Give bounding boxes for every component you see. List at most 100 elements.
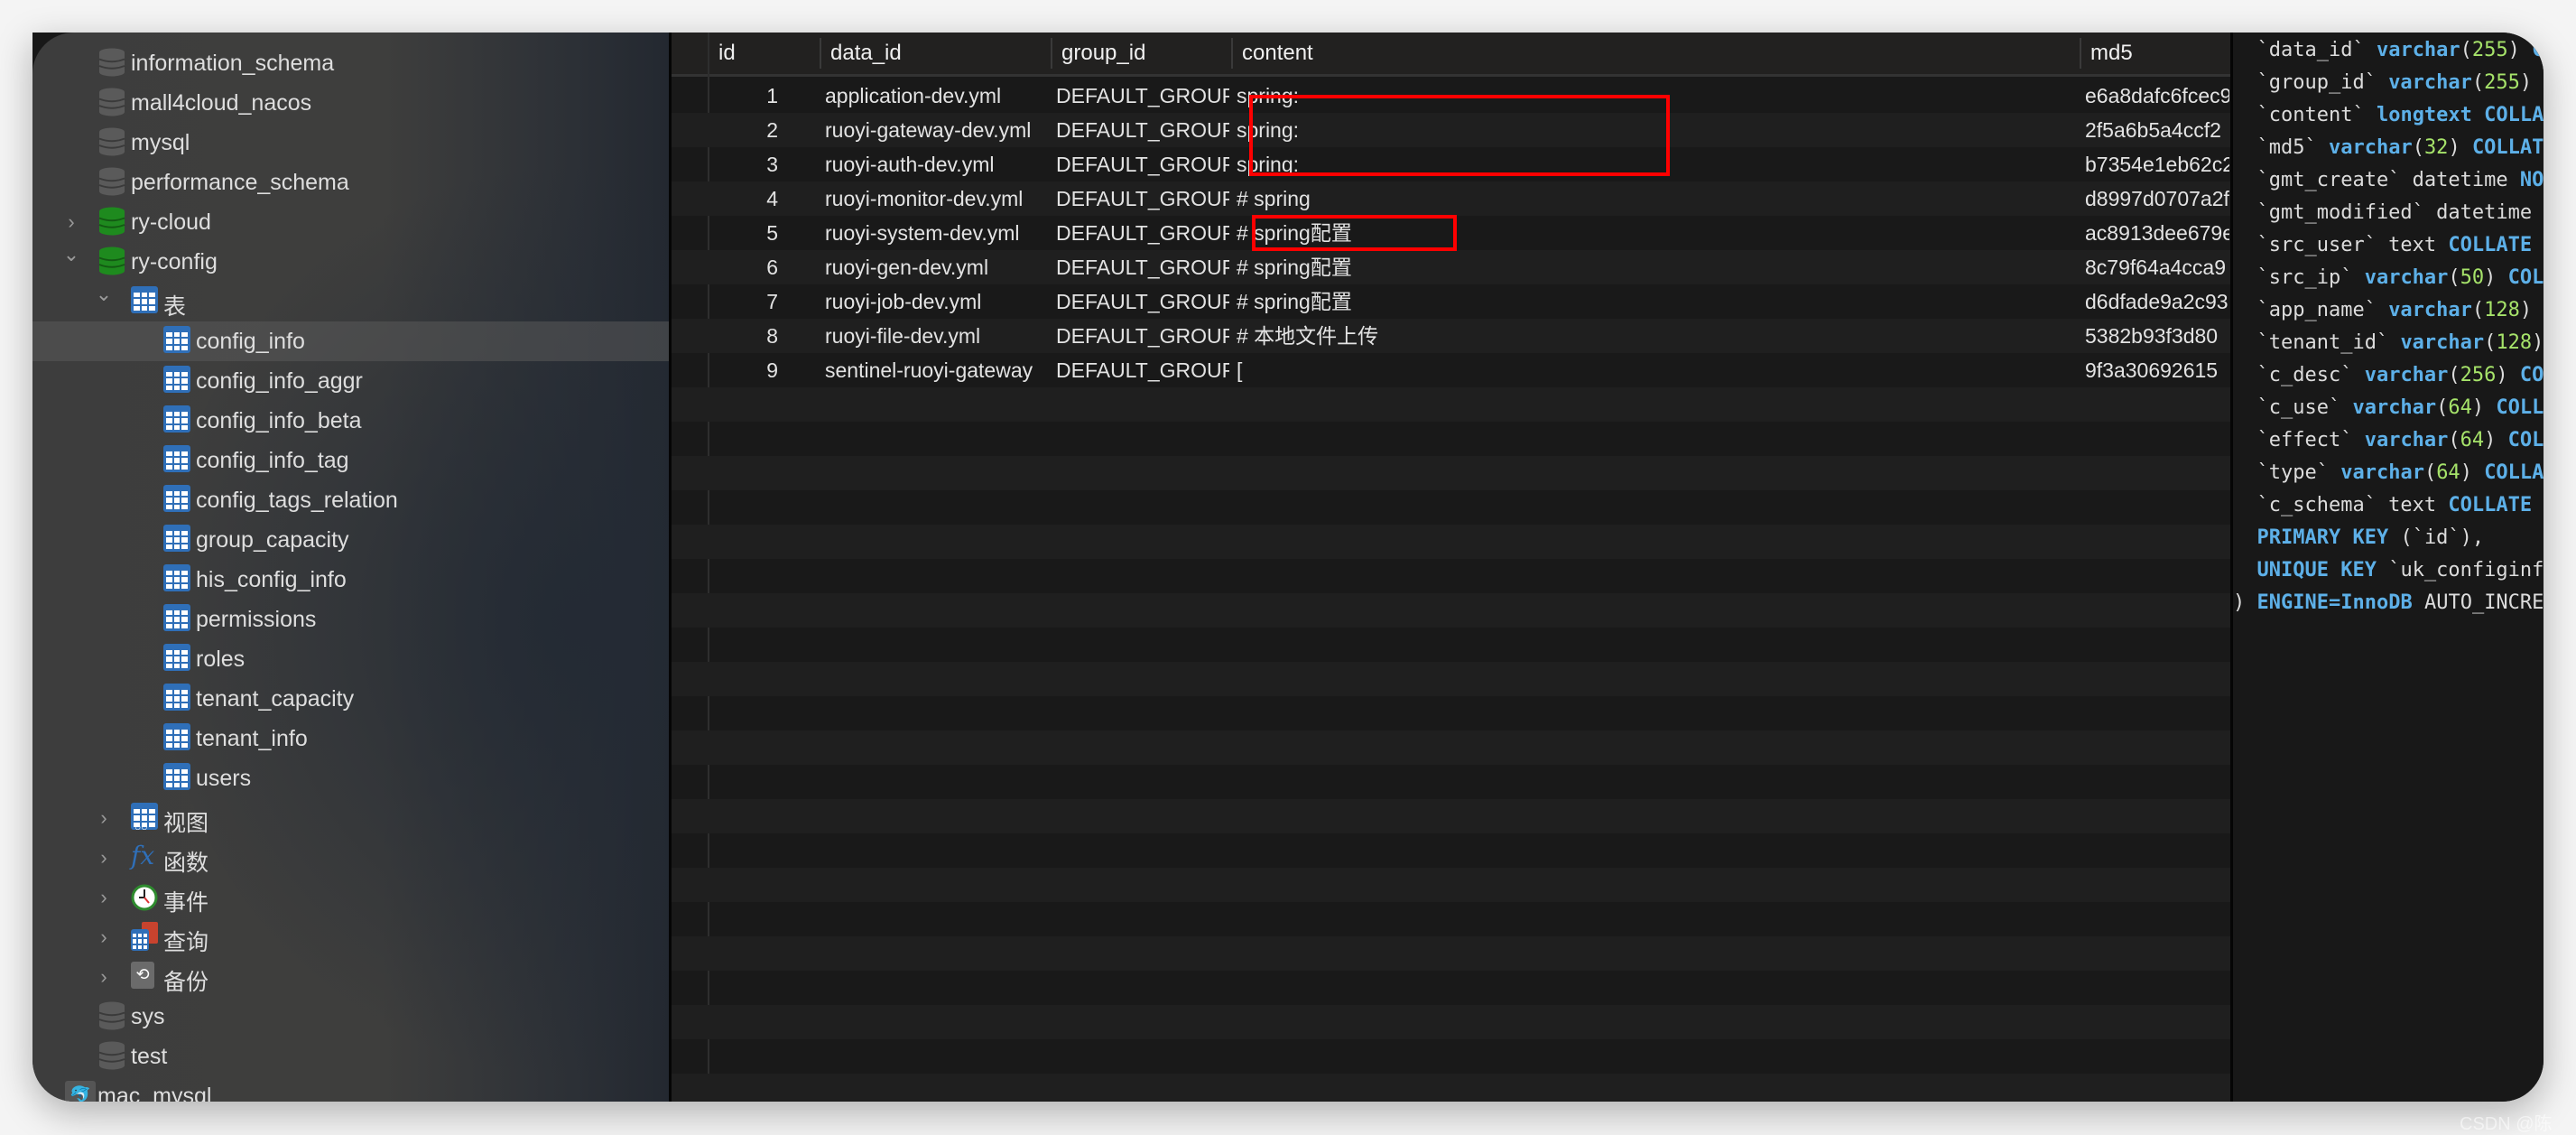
chevron-right-icon[interactable]: ›	[60, 210, 82, 233]
tree-item-table[interactable]: config_info	[32, 321, 669, 361]
cell-content[interactable]: # 本地文件上传	[1237, 319, 2067, 353]
cell-md5[interactable]: 8c79f64a4cca9	[2085, 250, 2229, 284]
cell-data-id[interactable]: ruoyi-monitor-dev.yml	[825, 181, 1047, 216]
cell-data-id[interactable]: sentinel-ruoyi-gateway	[825, 353, 1047, 387]
cell-md5[interactable]: e6a8dafc6fcec9	[2085, 79, 2229, 113]
tree-item-table[interactable]: tenant_info	[32, 719, 669, 758]
tree-item-label: tenant_info	[196, 726, 308, 751]
sql-text: (	[2471, 299, 2485, 321]
column-header-group-id[interactable]: group_id	[1052, 33, 1231, 74]
tree-item-table[interactable]: roles	[32, 639, 669, 679]
cell-group-id[interactable]: DEFAULT_GROUP	[1056, 250, 1229, 284]
tree-item-backups-folder[interactable]: › ⟲ 备份	[32, 957, 669, 997]
column-header-id[interactable]: id	[709, 33, 818, 74]
tree-item-database[interactable]: performance_schema	[32, 163, 669, 202]
cell-group-id[interactable]: DEFAULT_GROUP	[1056, 284, 1229, 319]
cell-group-id[interactable]: DEFAULT_GROUP	[1056, 147, 1229, 181]
chevron-right-icon[interactable]: ›	[93, 846, 115, 869]
table-row[interactable]: 4 ruoyi-monitor-dev.yml DEFAULT_GROUP # spr…	[672, 181, 2230, 216]
tree-item-table[interactable]: config_info_tag	[32, 441, 669, 480]
tree-item-tables-folder[interactable]: ⌄ 表	[32, 282, 669, 321]
cell-md5[interactable]: d6dfade9a2c93	[2085, 284, 2229, 319]
chevron-down-icon[interactable]: ⌄	[60, 243, 82, 265]
empty-row	[672, 662, 2230, 696]
cell-group-id[interactable]: DEFAULT_GROUP	[1056, 216, 1229, 250]
sql-text: )	[2519, 71, 2533, 94]
cell-id[interactable]: 3	[711, 147, 778, 181]
cell-md5[interactable]: 5382b93f3d80	[2085, 319, 2229, 353]
cell-id[interactable]: 9	[711, 353, 778, 387]
cell-md5[interactable]: ac8913dee679e	[2085, 216, 2229, 250]
table-row[interactable]: 6 ruoyi-gen-dev.yml DEFAULT_GROUP # spring配…	[672, 250, 2230, 284]
sql-text: (	[2471, 71, 2485, 94]
chevron-right-icon[interactable]: ›	[93, 806, 115, 829]
cell-id[interactable]: 6	[711, 250, 778, 284]
sql-keyword: varchar	[2388, 71, 2472, 94]
tree-item-table[interactable]: group_capacity	[32, 520, 669, 560]
tree-item-table[interactable]: his_config_info	[32, 560, 669, 600]
sql-text: )	[2460, 461, 2485, 484]
tree-item-database[interactable]: test	[32, 1037, 669, 1076]
cell-content[interactable]: # spring	[1237, 181, 2067, 216]
cell-data-id[interactable]: ruoyi-gateway-dev.yml	[825, 113, 1047, 147]
cell-md5[interactable]: 9f3a30692615	[2085, 353, 2229, 387]
tree-item-views-folder[interactable]: › ○○ 视图	[32, 798, 669, 838]
table-row[interactable]: 9 sentinel-ruoyi-gateway DEFAULT_GROUP[9f3…	[672, 353, 2230, 387]
cell-group-id[interactable]: DEFAULT_GROUP	[1056, 181, 1229, 216]
cell-md5[interactable]: b7354e1eb62c2	[2085, 147, 2229, 181]
tree-item-table[interactable]: config_tags_relation	[32, 480, 669, 520]
tree-item-table[interactable]: permissions	[32, 600, 669, 639]
chevron-right-icon[interactable]: ›	[93, 926, 115, 948]
cell-data-id[interactable]: ruoyi-gen-dev.yml	[825, 250, 1047, 284]
cell-group-id[interactable]: DEFAULT_GROUP	[1056, 113, 1229, 147]
cell-id[interactable]: 7	[711, 284, 778, 319]
cell-content[interactable]: # spring配置	[1237, 250, 2067, 284]
tree-item-connection[interactable]: 🐬 mac_mysql	[32, 1076, 669, 1102]
cell-id[interactable]: 8	[711, 319, 778, 353]
column-header-md5[interactable]: md5	[2081, 33, 2244, 74]
cell-id[interactable]: 5	[711, 216, 778, 250]
chevron-right-icon[interactable]: ›	[93, 965, 115, 988]
sql-keyword: varchar	[2340, 461, 2424, 484]
cell-id[interactable]: 1	[711, 79, 778, 113]
table-row[interactable]: 7 ruoyi-job-dev.yml DEFAULT_GROUP # spring配…	[672, 284, 2230, 319]
tree-item-table[interactable]: users	[32, 758, 669, 798]
tree-item-database[interactable]: mysql	[32, 123, 669, 163]
cell-data-id[interactable]: ruoyi-job-dev.yml	[825, 284, 1047, 319]
tree-item-table[interactable]: tenant_capacity	[32, 679, 669, 719]
tree-item-database[interactable]: information_schema	[32, 43, 669, 83]
tree-item-label: ry-cloud	[131, 209, 211, 235]
tree-item-database[interactable]: sys	[32, 997, 669, 1037]
column-header-data-id[interactable]: data_id	[821, 33, 1047, 74]
table-row[interactable]: 8 ruoyi-file-dev.yml DEFAULT_GROUP # 本地文件上传…	[672, 319, 2230, 353]
chevron-down-icon[interactable]: ⌄	[93, 283, 115, 305]
tree-item-database[interactable]: › ry-cloud	[32, 202, 669, 242]
cell-data-id[interactable]: ruoyi-system-dev.yml	[825, 216, 1047, 250]
tree-item-queries-folder[interactable]: › 查询	[32, 917, 669, 957]
column-header-content[interactable]: content	[1233, 33, 2072, 74]
cell-group-id[interactable]: DEFAULT_GROUP	[1056, 319, 1229, 353]
ddl-line: `type` varchar(64) COLLA	[2233, 457, 2544, 489]
chevron-right-icon[interactable]: ›	[93, 886, 115, 908]
cell-data-id[interactable]: ruoyi-file-dev.yml	[825, 319, 1047, 353]
cell-md5[interactable]: 2f5a6b5a4ccf2	[2085, 113, 2229, 147]
tree-item-table[interactable]: config_info_aggr	[32, 361, 669, 401]
tree-item-label: 表	[163, 294, 187, 320]
cell-data-id[interactable]: application-dev.yml	[825, 79, 1047, 113]
cell-data-id[interactable]: ruoyi-auth-dev.yml	[825, 147, 1047, 181]
database-icon	[98, 1041, 125, 1072]
tree-item-events-folder[interactable]: › 事件	[32, 878, 669, 917]
tree-item-table[interactable]: config_info_beta	[32, 401, 669, 441]
cell-group-id[interactable]: DEFAULT_GROUP	[1056, 79, 1229, 113]
tree-item-functions-folder[interactable]: › fx 函数	[32, 838, 669, 878]
tree-item-database[interactable]: mall4cloud_nacos	[32, 83, 669, 123]
cell-md5[interactable]: d8997d0707a2f	[2085, 181, 2229, 216]
cell-id[interactable]: 2	[711, 113, 778, 147]
cell-content[interactable]: # spring配置	[1237, 284, 2067, 319]
cell-id[interactable]: 4	[711, 181, 778, 216]
cell-group-id[interactable]: DEFAULT_GROUP	[1056, 353, 1229, 387]
cell-content[interactable]: [	[1237, 353, 2067, 387]
tree-item-database[interactable]: ⌄ ry-config	[32, 242, 669, 282]
